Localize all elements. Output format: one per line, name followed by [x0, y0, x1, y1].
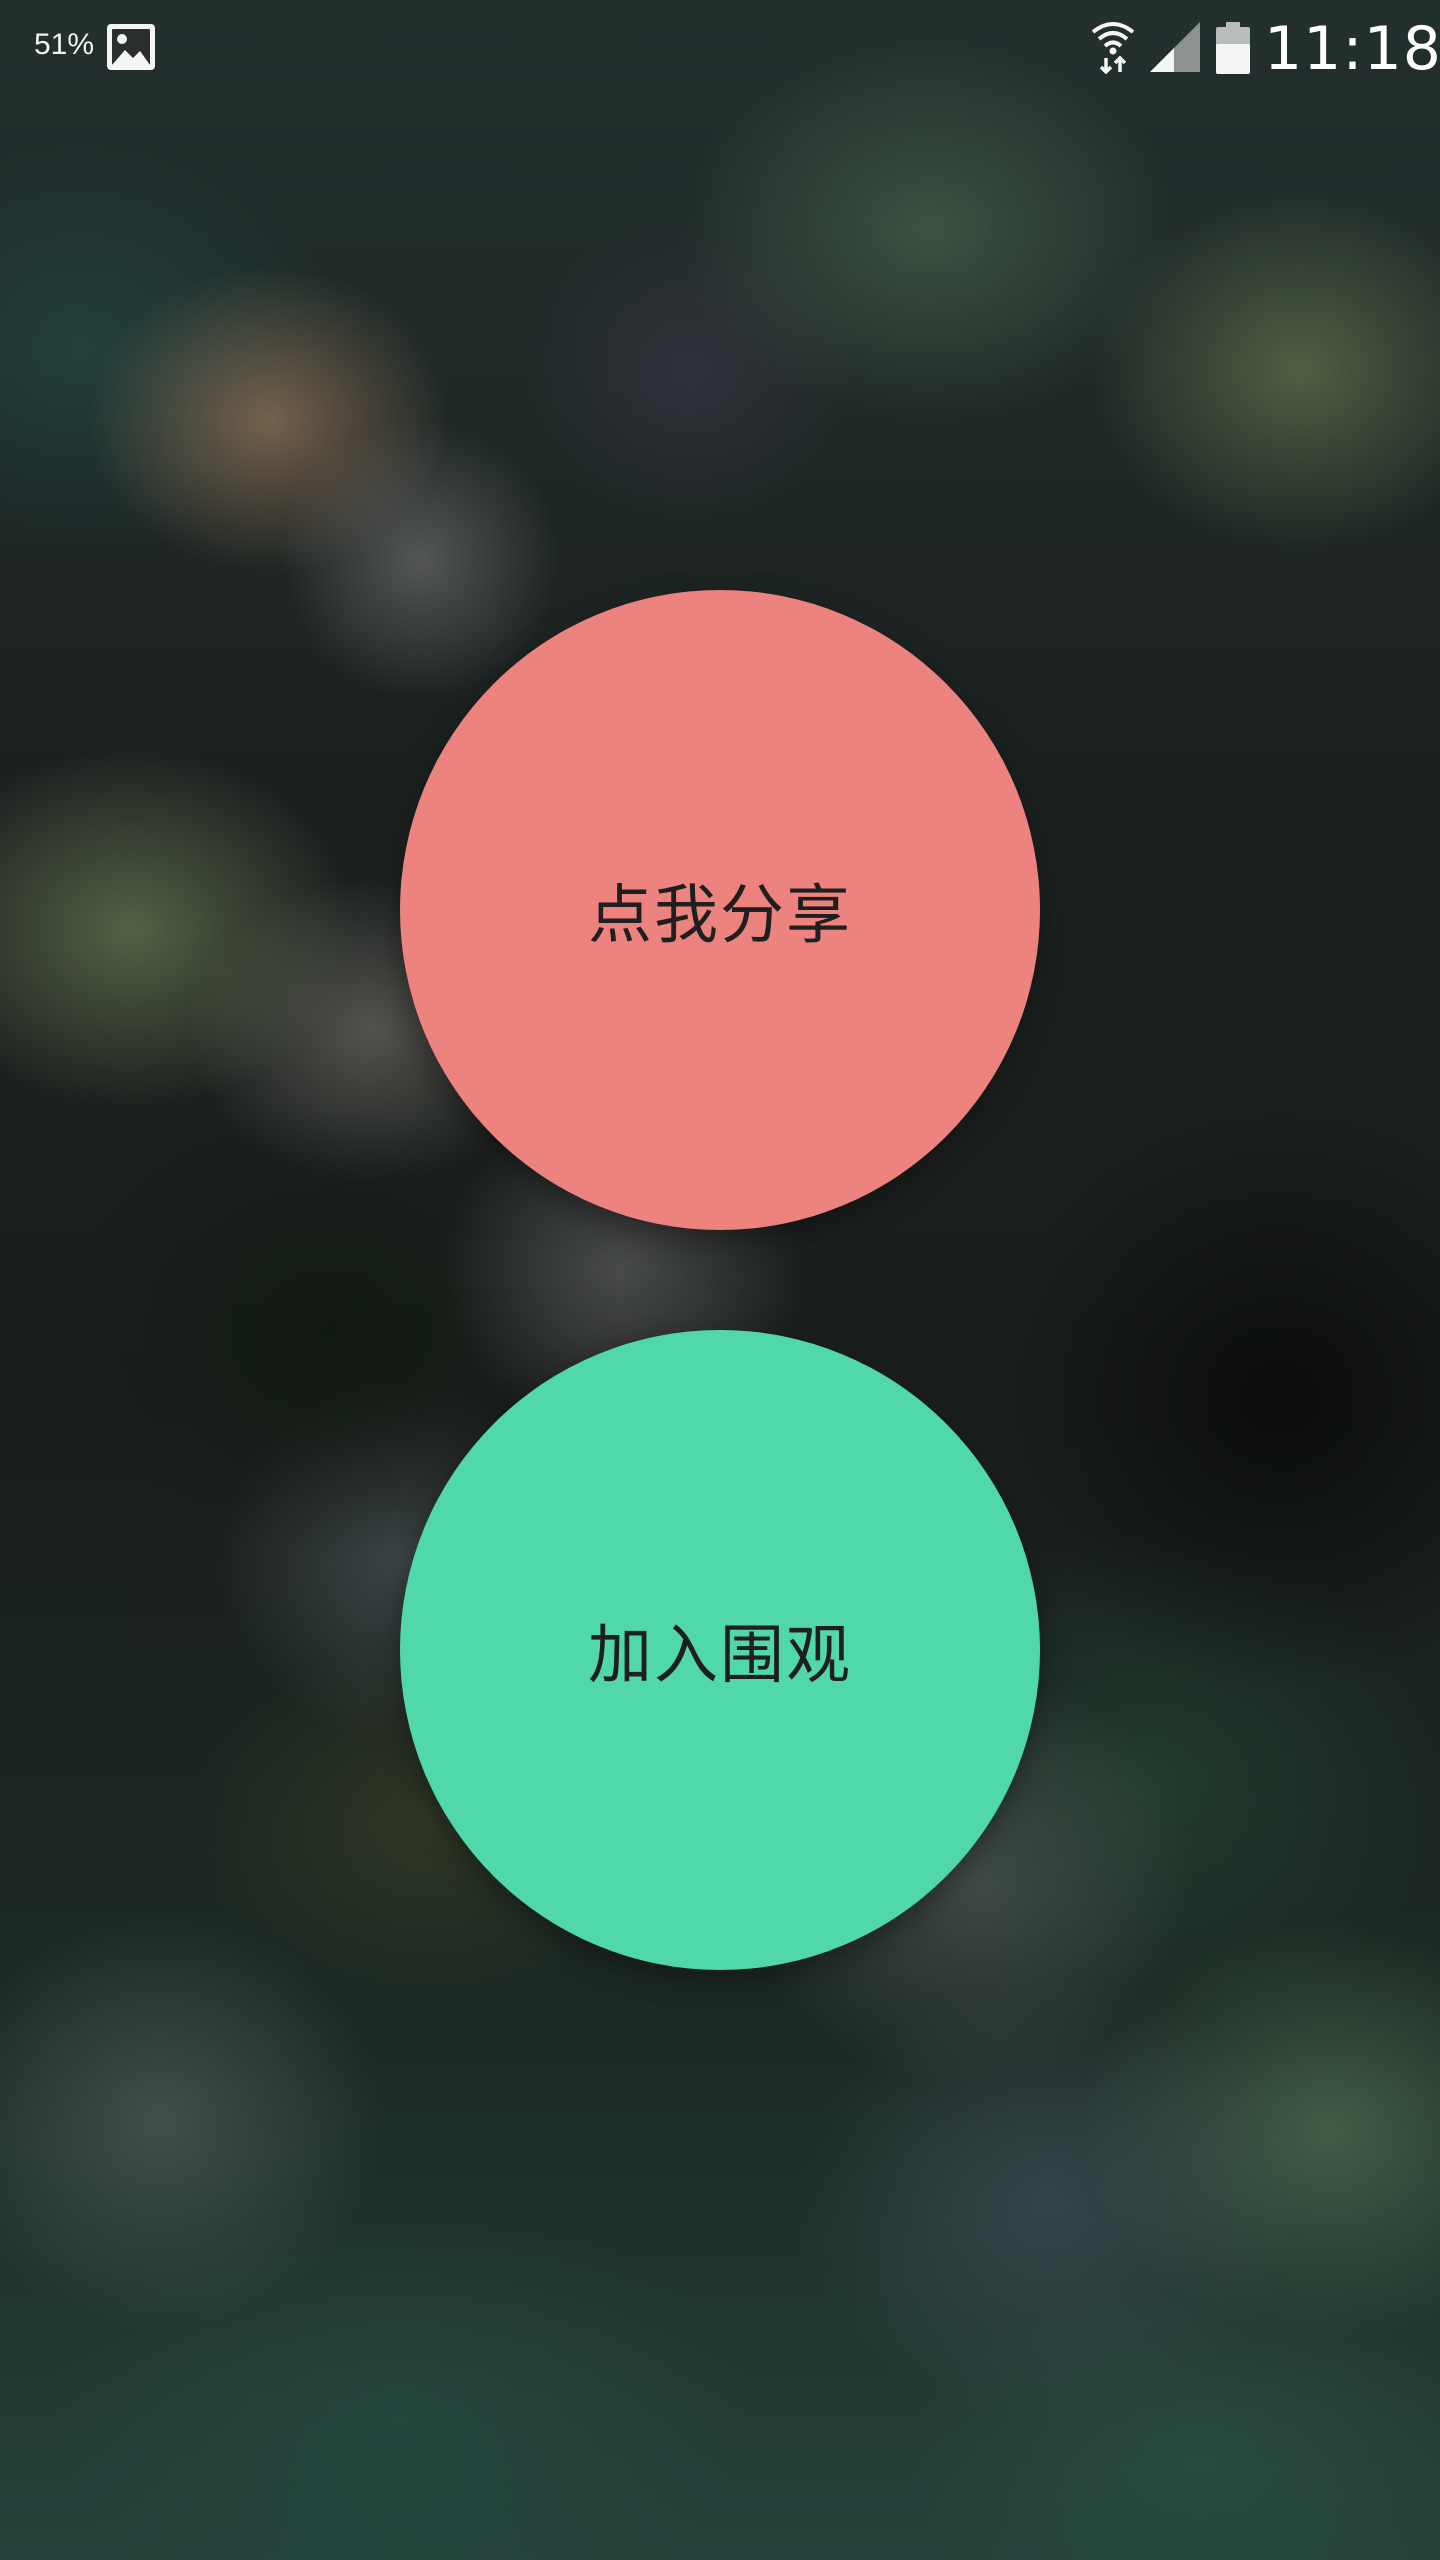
status-bar: 51% 11:18	[0, 0, 1440, 96]
share-button[interactable]: 点我分享	[400, 590, 1040, 1230]
blurred-background	[0, 0, 1440, 2560]
signal-icon	[1150, 22, 1200, 72]
battery-icon	[1216, 22, 1250, 74]
clock: 11:18	[1264, 14, 1440, 84]
image-icon	[107, 24, 155, 70]
share-button-label: 点我分享	[588, 879, 852, 953]
wifi-icon	[1091, 22, 1135, 74]
join-button[interactable]: 加入围观	[400, 1330, 1040, 1970]
join-button-label: 加入围观	[588, 1619, 852, 1693]
battery-percent-text: 51%	[34, 28, 95, 61]
